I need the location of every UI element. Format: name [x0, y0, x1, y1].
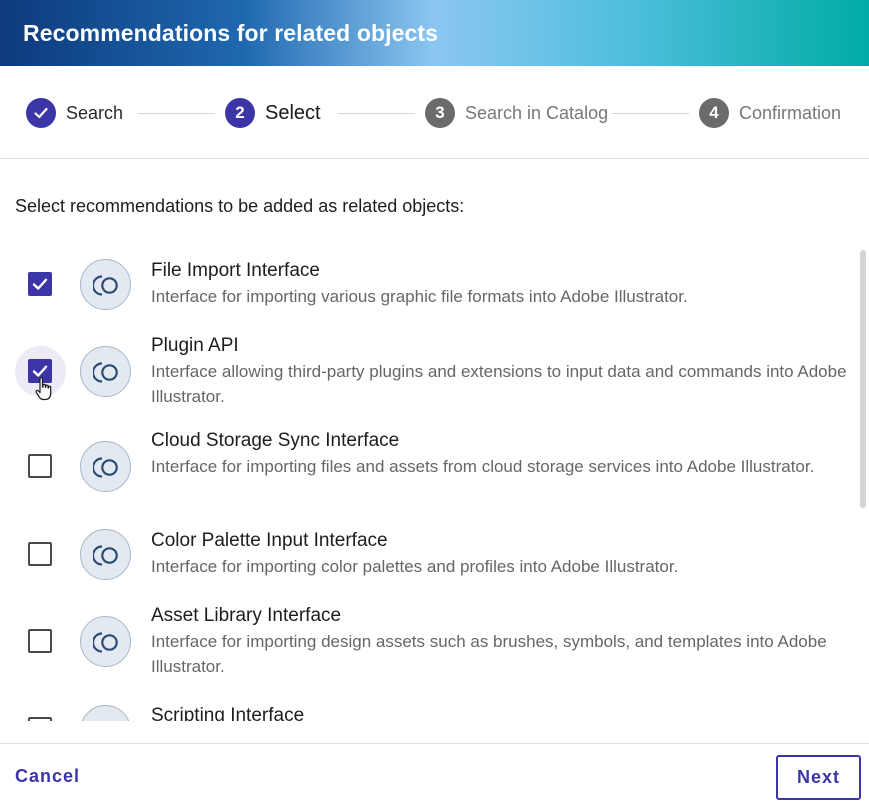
step-label: Confirmation: [739, 102, 842, 123]
step-label: Search: [66, 102, 124, 123]
interface-icon: [80, 705, 131, 721]
item-title: Plugin API: [151, 335, 239, 356]
step-label: Select: [265, 101, 321, 124]
item-title: Cloud Storage Sync Interface: [151, 430, 400, 451]
step-confirmation: 4 Confirmation: [699, 98, 841, 128]
stepper: Search 2 Select 3 Search in Catalog 4 Co…: [0, 66, 869, 159]
recommendation-list[interactable]: File Import Interface Interface for impo…: [0, 243, 869, 721]
item-checkbox[interactable]: [28, 542, 52, 566]
item-checkbox[interactable]: [28, 717, 52, 721]
step-search-in-catalog: 3 Search in Catalog: [425, 98, 608, 128]
hand-cursor-icon: [35, 377, 52, 401]
item-title: Scripting Interface: [151, 705, 305, 721]
interface-icon: [80, 346, 131, 397]
step-connector: [338, 113, 415, 114]
dialog-footer: Cancel Next: [0, 743, 869, 807]
step-number: 4: [699, 98, 729, 128]
next-button[interactable]: Next: [776, 755, 861, 800]
item-description: Interface for importing design assets su…: [151, 632, 827, 676]
dialog-title: Recommendations for related objects: [23, 19, 439, 46]
item-description: Interface for importing files and assets…: [151, 457, 815, 476]
item-checkbox[interactable]: [28, 454, 52, 478]
item-title: Color Palette Input Interface: [151, 530, 388, 551]
interface-icon: [80, 441, 131, 492]
check-icon: [26, 98, 56, 128]
item-description: Interface allowing third-party plugins a…: [151, 362, 847, 406]
list-scrollbar[interactable]: [860, 250, 866, 508]
cancel-button[interactable]: Cancel: [15, 766, 80, 787]
interface-icon: [80, 529, 131, 580]
item-description: Interface for importing color palettes a…: [151, 557, 679, 576]
check-icon: [32, 278, 48, 290]
step-connector: [138, 113, 215, 114]
step-select[interactable]: 2 Select: [225, 98, 321, 128]
step-label: Search in Catalog: [465, 102, 609, 123]
step-number: 3: [425, 98, 455, 128]
interface-icon: [80, 616, 131, 667]
dialog-header: Recommendations for related objects: [0, 0, 869, 66]
step-connector: [612, 113, 689, 114]
step-number: 2: [225, 98, 255, 128]
step-search[interactable]: Search: [26, 98, 123, 128]
item-title: Asset Library Interface: [151, 605, 342, 626]
item-description: Interface for importing various graphic …: [151, 287, 688, 306]
item-checkbox[interactable]: [28, 272, 52, 296]
item-title: File Import Interface: [151, 260, 320, 281]
item-checkbox[interactable]: [28, 629, 52, 653]
interface-icon: [80, 259, 131, 310]
instruction-text: Select recommendations to be added as re…: [15, 196, 465, 216]
